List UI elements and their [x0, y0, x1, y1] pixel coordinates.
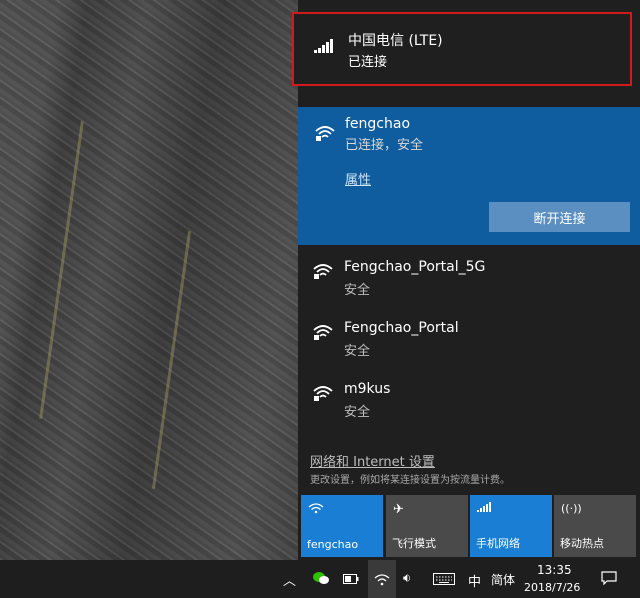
network-settings-description: 更改设置，例如将某连接设置为按流量计费。 [310, 475, 510, 486]
show-hidden-icons-chevron-icon[interactable]: ︿ [283, 570, 296, 589]
action-center-icon[interactable] [601, 571, 617, 588]
wifi-secure-icon [313, 325, 333, 340]
cellular-signal-icon [314, 39, 334, 53]
cellular-network-name: 中国电信 (LTE) [348, 33, 443, 49]
wifi-network-item[interactable]: Fengchao_Portal_5G 安全 [298, 257, 640, 317]
active-wifi-name: fengchao [345, 116, 411, 132]
battery-icon[interactable] [343, 573, 359, 587]
wifi-network-name: Fengchao_Portal [344, 320, 459, 336]
disconnect-button[interactable]: 断开连接 [489, 202, 630, 232]
ime-layout-indicator[interactable]: 简体 [491, 571, 515, 588]
airplane-mode-quick-action[interactable]: ✈ 飞行模式 [386, 495, 468, 557]
taskbar: ︿ 🔉︎ 中 简体 13:35 2018/7/26 [0, 560, 640, 598]
wifi-network-status: 安全 [344, 283, 371, 298]
wifi-network-name: Fengchao_Portal_5G [344, 259, 486, 275]
wifi-quick-action[interactable]: fengchao [301, 495, 383, 557]
network-settings-link[interactable]: 网络和 Internet 设置 [310, 451, 435, 470]
volume-icon[interactable]: 🔉︎ [403, 571, 411, 586]
clock-time[interactable]: 13:35 [537, 563, 572, 577]
wifi-secure-icon [313, 386, 333, 401]
properties-link[interactable]: 属性 [345, 169, 371, 188]
wifi-icon [308, 503, 324, 514]
wifi-network-status: 安全 [344, 405, 371, 420]
wifi-quick-action-label: fengchao [307, 538, 359, 551]
keyboard-icon[interactable] [433, 573, 455, 588]
hotspot-icon: ((·)) [561, 502, 582, 515]
clock-date[interactable]: 2018/7/26 [524, 581, 580, 594]
wifi-network-item[interactable]: Fengchao_Portal 安全 [298, 318, 640, 378]
network-tray-icon[interactable] [374, 572, 390, 589]
airplane-icon: ✈ [393, 502, 404, 517]
wechat-icon[interactable] [313, 571, 329, 588]
airplane-mode-label: 飞行模式 [392, 537, 436, 550]
wifi-network-name: m9kus [344, 381, 391, 397]
cellular-quick-action[interactable]: 手机网络 [470, 495, 552, 557]
active-wifi-status: 已连接，安全 [345, 138, 424, 153]
wallpaper-texture [151, 231, 192, 489]
wallpaper-texture [39, 121, 84, 419]
wifi-secure-icon [313, 264, 333, 279]
ime-mode-indicator[interactable]: 中 [468, 571, 481, 590]
mobile-hotspot-label: 移动热点 [560, 537, 604, 550]
mobile-hotspot-quick-action[interactable]: ((·)) 移动热点 [554, 495, 636, 557]
cellular-quick-action-label: 手机网络 [476, 537, 520, 550]
cellular-icon [477, 502, 491, 512]
cellular-network-item[interactable]: 中国电信 (LTE) 已连接 [292, 12, 632, 86]
cellular-network-status: 已连接 [348, 55, 388, 70]
active-wifi-item[interactable]: fengchao 已连接，安全 属性 断开连接 [298, 107, 640, 245]
wifi-secure-icon [315, 126, 335, 141]
wifi-network-item[interactable]: m9kus 安全 [298, 379, 640, 439]
wifi-network-status: 安全 [344, 344, 371, 359]
